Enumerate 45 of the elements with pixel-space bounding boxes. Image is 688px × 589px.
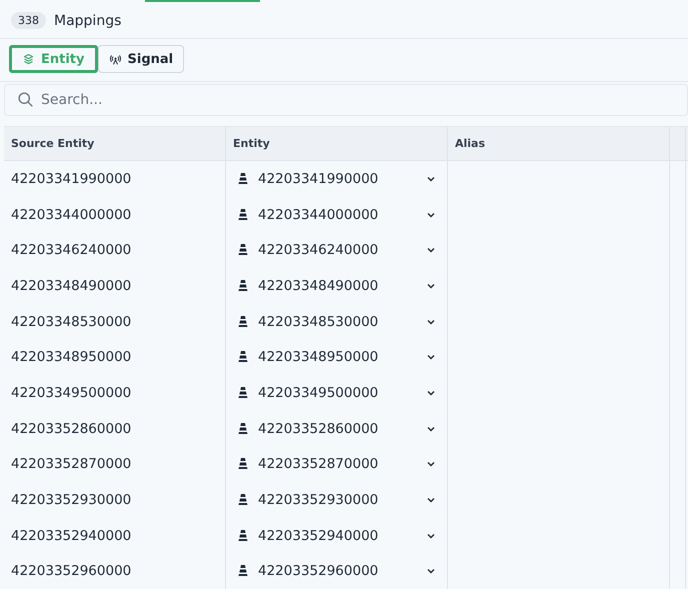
table-cell: 42203348530000 xyxy=(11,314,132,330)
entity-value: 42203344000000 xyxy=(258,206,380,223)
table-cell: 42203341990000 xyxy=(11,170,132,187)
table-cell: 42203349500000 xyxy=(11,384,132,401)
table-cell: 42203346240000 xyxy=(11,242,132,258)
table-cell: 42203352930000 xyxy=(11,492,132,508)
cone-icon xyxy=(236,493,250,508)
cone-icon xyxy=(236,564,250,578)
cone-icon xyxy=(236,172,250,186)
cone-icon xyxy=(236,386,250,400)
cone-icon xyxy=(236,208,250,222)
entity-value: 42203348490000 xyxy=(258,278,380,294)
table-cell: 42203352870000 xyxy=(11,456,132,472)
column-header: Source Entity xyxy=(4,127,226,160)
entity-value: 42203352940000 xyxy=(258,528,380,544)
table-cell: 42203348490000 xyxy=(11,278,132,294)
cone-icon xyxy=(236,422,250,436)
cone-icon xyxy=(236,243,250,258)
cone-icon xyxy=(236,314,250,329)
entity-value: 42203349500000 xyxy=(258,384,380,401)
entity-value: 42203352930000 xyxy=(258,492,380,508)
cone-icon xyxy=(236,278,250,293)
table-cell: 42203352960000 xyxy=(11,563,132,580)
toggle-button[interactable]: Signal xyxy=(98,45,184,73)
table-cell: 42203348950000 xyxy=(11,349,132,366)
column-header: Alias xyxy=(448,127,670,160)
table-cell: 42203352940000 xyxy=(11,528,132,544)
entity-value: 42203352860000 xyxy=(258,420,380,437)
count-badge: 338 xyxy=(11,12,46,29)
entity-value: 42203352870000 xyxy=(258,456,380,472)
cone-icon xyxy=(236,457,250,472)
table-cell: 42203352860000 xyxy=(11,420,132,437)
table-cell: 42203344000000 xyxy=(11,206,132,223)
layers-icon xyxy=(22,52,35,66)
cone-icon xyxy=(236,528,250,543)
entity-value: 42203352960000 xyxy=(258,563,380,580)
section-title: Mappings xyxy=(54,12,122,28)
column-header: Entity xyxy=(226,127,448,160)
antenna-icon xyxy=(108,52,122,66)
entity-value: 42203348530000 xyxy=(258,314,380,330)
entity-value: 42203341990000 xyxy=(258,170,380,187)
entity-value: 42203348950000 xyxy=(258,349,380,366)
entity-value: 42203346240000 xyxy=(258,242,380,258)
search-field[interactable]: Search... xyxy=(4,84,688,116)
cone-icon xyxy=(236,350,250,364)
